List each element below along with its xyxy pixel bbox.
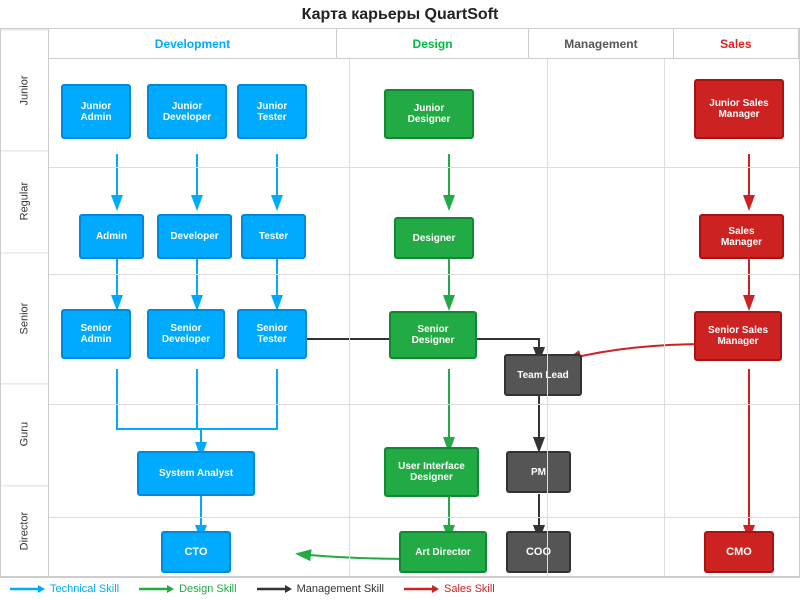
legend-technical-label: Technical Skill [50, 583, 119, 595]
legend: Technical Skill Design Skill Management … [0, 577, 800, 600]
legend-sales-label: Sales Skill [444, 583, 495, 595]
page-title: Карта карьеры QuartSoft [0, 0, 800, 28]
chart-area: Junior Regular Senior Guru Director Deve… [0, 28, 800, 577]
col-header-sales: Sales [674, 29, 799, 58]
box-junior-designer: Junior Designer [384, 89, 474, 139]
box-senior-tester: SeniorTester [237, 309, 307, 359]
box-admin: Admin [79, 214, 144, 259]
box-tester: Tester [241, 214, 306, 259]
box-system-analyst: System Analyst [137, 451, 255, 496]
label-regular: Regular [1, 150, 48, 251]
box-designer: Designer [394, 217, 474, 259]
label-director: Director [1, 485, 48, 576]
box-sales-manager: SalesManager [699, 214, 784, 259]
box-coo: COO [506, 531, 571, 573]
box-developer: Developer [157, 214, 232, 259]
box-pm: PM [506, 451, 571, 493]
technical-arrow-icon [10, 583, 45, 595]
box-junior-sales: Junior SalesManager [694, 79, 784, 139]
box-senior-sales: Senior SalesManager [694, 311, 782, 361]
label-senior: Senior [1, 252, 48, 383]
row-labels: Junior Regular Senior Guru Director [1, 29, 49, 576]
sales-arrow-icon [404, 583, 439, 595]
chart-wrapper: JuniorAdmin JuniorDeveloper JuniorTester… [49, 59, 799, 576]
col-header-mgmt: Management [529, 29, 673, 58]
col-header-dev: Development [49, 29, 337, 58]
box-junior-admin: JuniorAdmin [61, 84, 131, 139]
box-senior-designer: SeniorDesigner [389, 311, 477, 359]
box-team-lead: Team Lead [504, 354, 582, 396]
col-headers: Development Design Management Sales [49, 29, 799, 59]
box-art-director: Art Director [399, 531, 487, 573]
management-arrow-icon [257, 583, 292, 595]
box-senior-admin: SeniorAdmin [61, 309, 131, 359]
box-senior-developer: SeniorDeveloper [147, 309, 225, 359]
box-junior-tester: JuniorTester [237, 84, 307, 139]
legend-management-label: Management Skill [297, 583, 384, 595]
legend-technical: Technical Skill [10, 583, 119, 595]
box-ui-designer: User InterfaceDesigner [384, 447, 479, 497]
legend-design: Design Skill [139, 583, 236, 595]
grid-area: Development Design Management Sales [49, 29, 799, 576]
box-cto: CTO [161, 531, 231, 573]
legend-design-label: Design Skill [179, 583, 236, 595]
legend-management: Management Skill [257, 583, 384, 595]
main-container: Карта карьеры QuartSoft Junior Regular S… [0, 0, 800, 600]
col-header-design: Design [337, 29, 529, 58]
label-guru: Guru [1, 383, 48, 484]
design-arrow-icon [139, 583, 174, 595]
box-cmo: CMO [704, 531, 774, 573]
legend-sales: Sales Skill [404, 583, 495, 595]
box-junior-developer: JuniorDeveloper [147, 84, 227, 139]
label-junior: Junior [1, 29, 48, 150]
